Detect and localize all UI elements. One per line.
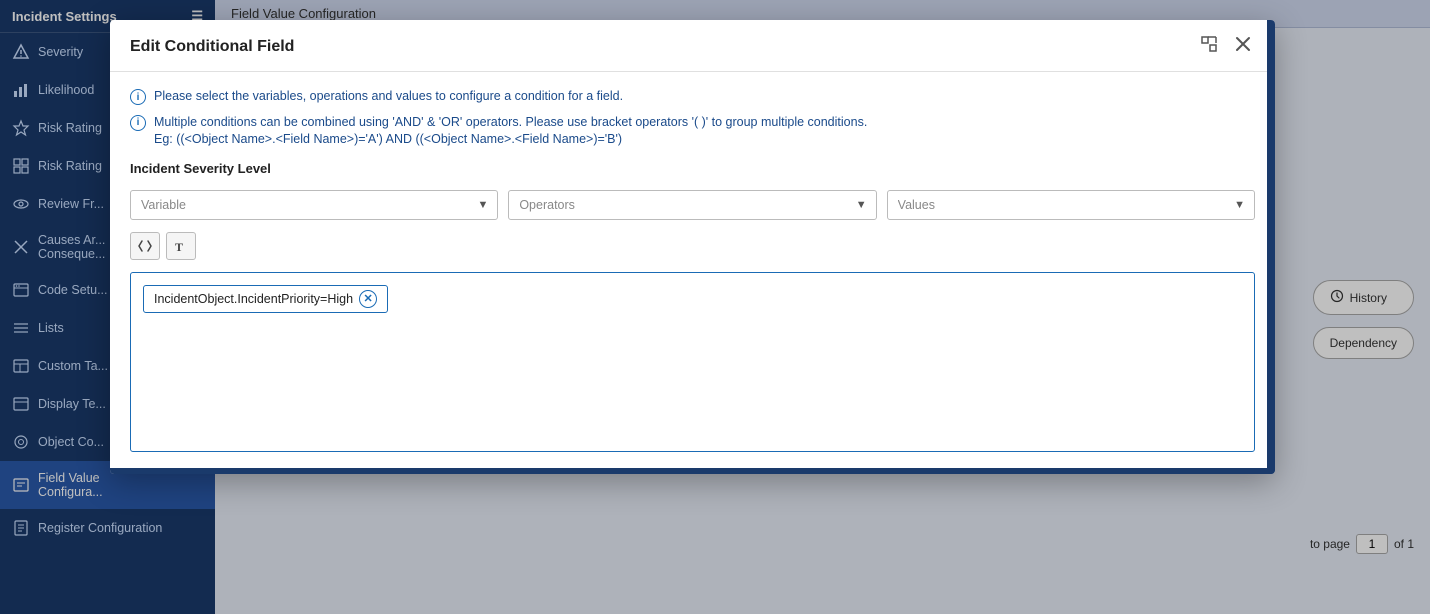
modal-body: i Please select the variables, operation… (110, 72, 1275, 468)
info-icon-2: i (130, 115, 146, 131)
modal-title: Edit Conditional Field (130, 38, 294, 56)
variable-select[interactable]: Variable (130, 190, 498, 220)
svg-text:T: T (175, 240, 183, 253)
info-row-1: i Please select the variables, operation… (130, 88, 1255, 106)
info-text-2-block: Multiple conditions can be combined usin… (154, 114, 867, 149)
values-select-wrapper: Values ▼ (887, 190, 1255, 220)
values-select[interactable]: Values (887, 190, 1255, 220)
operators-select-wrapper: Operators ▼ (508, 190, 876, 220)
modal-bottom-bar (110, 468, 1275, 474)
info-text-2: Multiple conditions can be combined usin… (154, 115, 867, 129)
condition-area: IncidentObject.IncidentPriority=High ✕ (130, 272, 1255, 452)
condition-tag: IncidentObject.IncidentPriority=High ✕ (143, 285, 388, 313)
bracket-button[interactable] (130, 232, 160, 260)
controls-row: Variable ▼ Operators ▼ Values ▼ (130, 190, 1255, 220)
modal-header-icons (1197, 34, 1255, 59)
operators-select[interactable]: Operators (508, 190, 876, 220)
field-label: Incident Severity Level (130, 161, 1255, 176)
modal-header: Edit Conditional Field (110, 20, 1275, 72)
info-text-1: Please select the variables, operations … (154, 88, 623, 106)
info-icon-1: i (130, 89, 146, 105)
action-icons-row: T (130, 232, 1255, 260)
modal-close-button[interactable] (1231, 34, 1255, 59)
condition-value: IncidentObject.IncidentPriority=High (154, 292, 353, 306)
modal-expand-button[interactable] (1197, 34, 1221, 59)
edit-conditional-field-modal: Edit Conditional Field i Ple (110, 20, 1275, 474)
info-text-example: Eg: ((<Object Name>.<Field Name>)='A') A… (154, 131, 867, 149)
condition-remove-button[interactable]: ✕ (359, 290, 377, 308)
modal-scrollbar (1267, 20, 1275, 474)
variable-select-wrapper: Variable ▼ (130, 190, 498, 220)
info-row-2: i Multiple conditions can be combined us… (130, 114, 1255, 149)
text-button[interactable]: T (166, 232, 196, 260)
